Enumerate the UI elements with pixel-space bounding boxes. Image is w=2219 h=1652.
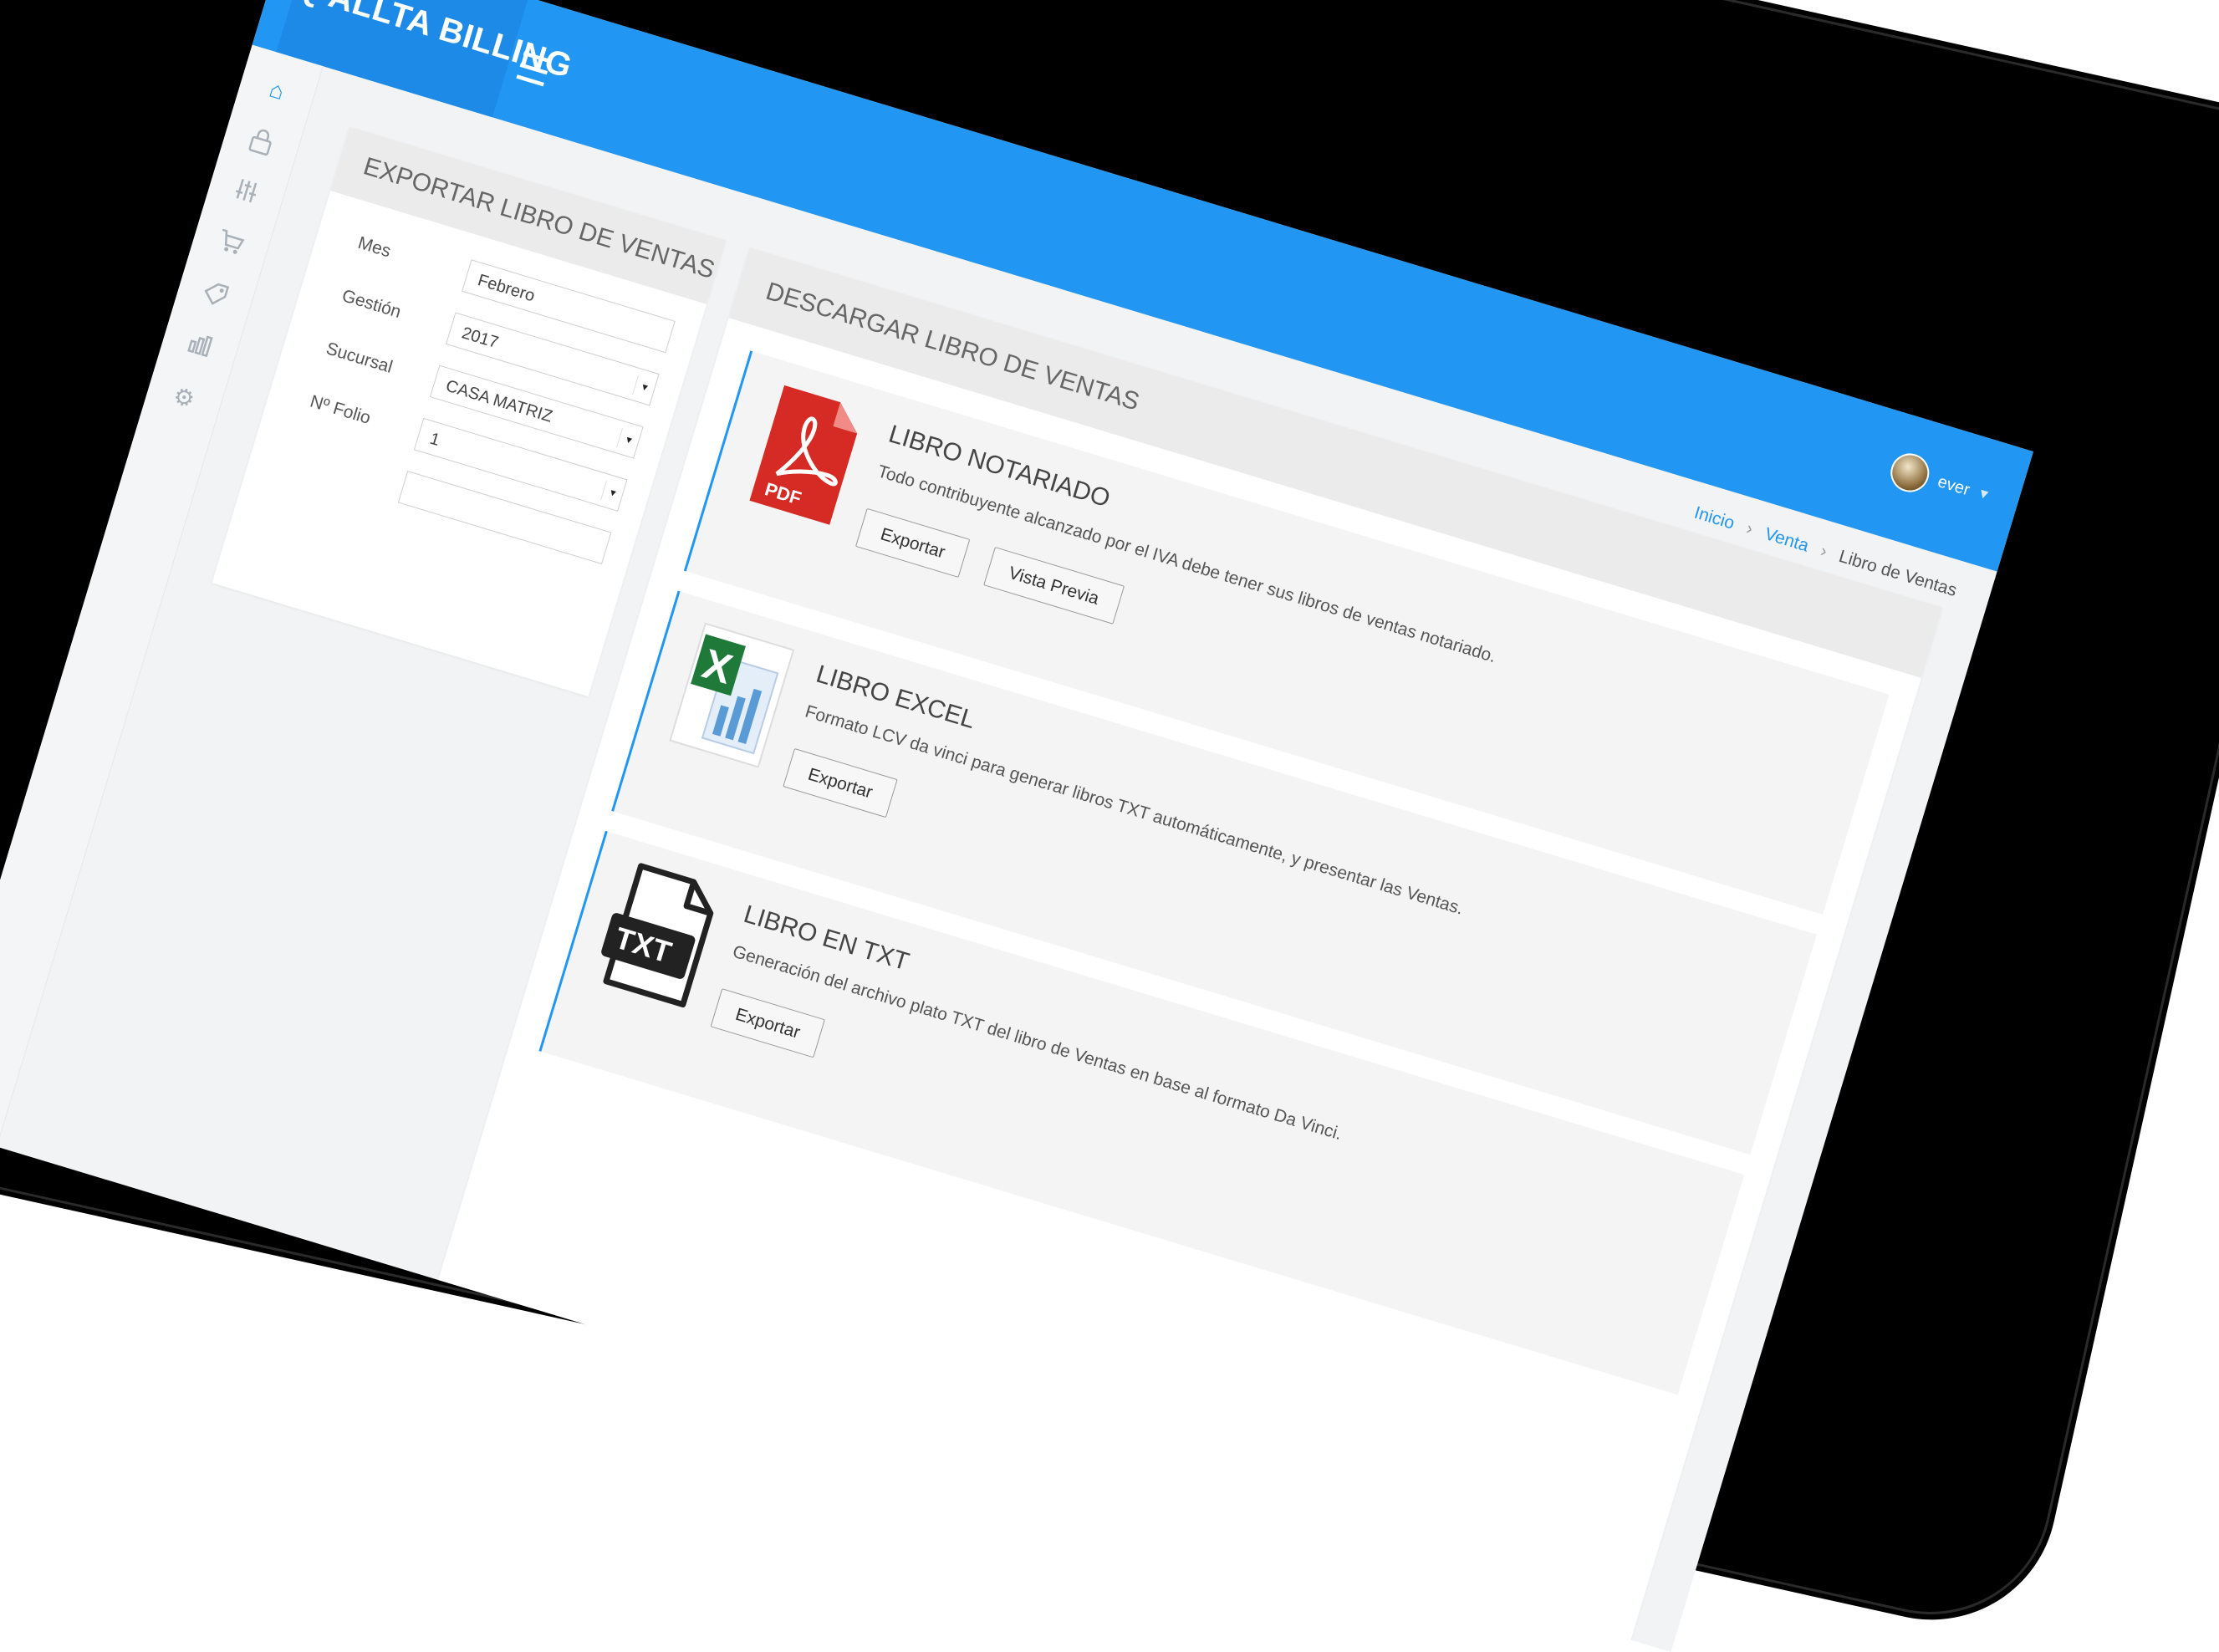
year-label: Gestión: [339, 286, 404, 323]
preview-notariado-button[interactable]: Vista Previa: [983, 546, 1125, 625]
user-name[interactable]: ever: [1936, 472, 1972, 500]
month-value: Febrero: [475, 271, 538, 306]
folio-label: Nº Folio: [308, 391, 373, 428]
export-excel-button[interactable]: Exportar: [783, 747, 899, 818]
chevron-down-icon[interactable]: ▼: [1975, 486, 1992, 504]
txt-icon: TXT: [588, 854, 731, 1014]
breadcrumb-separator: ›: [1818, 541, 1830, 562]
year-value: 2017: [459, 324, 501, 353]
pdf-icon: PDF: [733, 375, 876, 534]
chevron-down-icon[interactable]: ▼: [616, 428, 641, 453]
excel-icon: X: [661, 614, 803, 774]
folio-value: 1: [427, 429, 442, 451]
breadcrumb-section[interactable]: Venta: [1762, 524, 1811, 556]
month-label: Mes: [355, 232, 394, 262]
chart-icon[interactable]: [181, 328, 218, 365]
branch-value: CASA MATRIZ: [443, 376, 555, 426]
sliders-icon[interactable]: [227, 175, 265, 212]
branch-label: Sucursal: [324, 339, 395, 377]
lock-icon[interactable]: [242, 123, 280, 161]
settings-icon[interactable]: ⚙: [166, 380, 203, 417]
export-txt-button[interactable]: Exportar: [710, 988, 826, 1058]
chevron-down-icon[interactable]: ▼: [632, 375, 657, 400]
export-notariado-button[interactable]: Exportar: [854, 507, 971, 579]
cart-icon[interactable]: [212, 226, 249, 263]
tag-icon[interactable]: [196, 277, 234, 314]
chevron-down-icon[interactable]: ▼: [600, 481, 625, 506]
avatar[interactable]: [1885, 448, 1935, 497]
home-icon[interactable]: ⌂: [258, 72, 296, 110]
user-menu[interactable]: ever ▼: [1885, 448, 1996, 516]
breadcrumb-home[interactable]: Inicio: [1692, 503, 1737, 533]
breadcrumb-separator: ›: [1743, 518, 1756, 539]
brand-area: Q'ALLTA BILLING: [276, 0, 576, 118]
